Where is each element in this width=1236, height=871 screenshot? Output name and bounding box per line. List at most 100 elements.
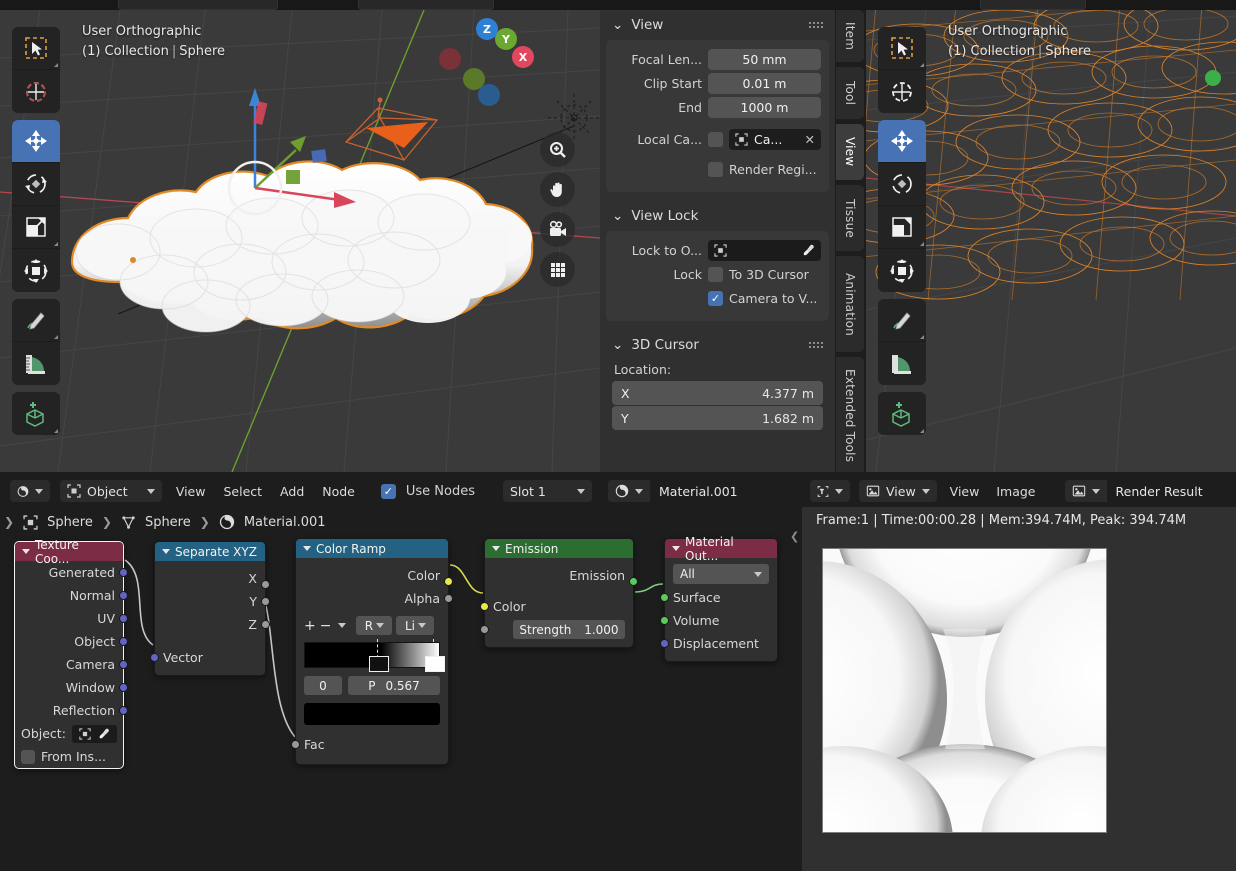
image-editor-header[interactable]: View View Image Render Result xyxy=(802,475,1236,507)
strength-field[interactable]: Strength 1.000 xyxy=(513,620,625,639)
clip-end-field[interactable]: 1000 m xyxy=(708,96,821,118)
clip-start-row[interactable]: Clip Start 0.01 m xyxy=(614,72,821,94)
gizmo-axis-z[interactable]: Z xyxy=(476,18,498,40)
chevron-down-icon[interactable] xyxy=(303,546,311,551)
move-tool[interactable] xyxy=(878,120,926,163)
ramp-stop-controls[interactable]: 0 P 0.567 xyxy=(296,668,448,695)
material-name-field[interactable]: Material.001 xyxy=(650,480,790,502)
menu-add[interactable]: Add xyxy=(276,484,308,499)
menu-select[interactable]: Select xyxy=(219,484,266,499)
measure-tool[interactable] xyxy=(12,342,60,385)
ramp-position-field[interactable]: P 0.567 xyxy=(348,676,440,695)
socket-row-object[interactable]: Object xyxy=(15,630,128,653)
chevron-down-icon[interactable] xyxy=(162,549,170,554)
image-editor[interactable]: View View Image Render Result Frame:1 | … xyxy=(802,475,1236,871)
eyedropper-icon[interactable] xyxy=(802,244,815,257)
node-header-separate-xyz[interactable]: Separate XYZ xyxy=(155,542,265,561)
node-header-color-ramp[interactable]: Color Ramp xyxy=(296,539,448,558)
view-lock-panel-header[interactable]: ⌄ View Lock xyxy=(600,201,835,231)
cursor-location-y[interactable]: Y 1.682 m xyxy=(612,406,823,430)
lock-to-object-row[interactable]: Lock to O... xyxy=(614,239,821,261)
color-ramp-widget[interactable] xyxy=(304,639,446,672)
remove-stop-icon[interactable]: − xyxy=(320,619,332,633)
socket-row-displacement[interactable]: Displacement xyxy=(660,632,777,655)
socket-ramp-color[interactable] xyxy=(444,577,453,586)
select-box-tool[interactable] xyxy=(878,27,926,70)
focal-length-field[interactable]: 50 mm xyxy=(708,48,821,70)
socket-row-reflection[interactable]: Reflection xyxy=(15,699,128,722)
render-region-row[interactable]: Render Regi... xyxy=(614,158,821,180)
camera-to-view-checkbox[interactable] xyxy=(708,290,723,306)
focal-length-row[interactable]: Focal Len... 50 mm xyxy=(614,48,821,70)
node-header-texture-coordinate[interactable]: Texture Coo... xyxy=(15,538,123,566)
image-browse-button[interactable] xyxy=(1064,480,1107,502)
socket-row-strength[interactable]: Strength 1.000 xyxy=(480,618,633,641)
use-nodes-checkbox[interactable] xyxy=(380,483,396,499)
colormode-dropdown[interactable]: Li xyxy=(396,616,435,635)
socket-volume[interactable] xyxy=(660,616,669,625)
socket-row-ramp-color[interactable]: Color xyxy=(296,564,453,587)
viewport-right-toolbar[interactable] xyxy=(878,27,926,435)
sidebar-n-panel[interactable]: ⌄ View Focal Len... 50 mm Clip Start 0.0… xyxy=(600,10,835,472)
ramp-options-icon[interactable] xyxy=(338,623,347,628)
socket-reflection[interactable] xyxy=(119,706,128,715)
cursor-tool[interactable] xyxy=(12,70,60,113)
breadcrumb-object[interactable]: Sphere xyxy=(47,515,93,530)
transform-tool[interactable] xyxy=(12,249,60,292)
interp-dropdown[interactable]: R xyxy=(356,616,393,635)
ramp-stop-color-swatch[interactable] xyxy=(304,703,440,725)
measure-tool[interactable] xyxy=(878,342,926,385)
gizmo-axis-x[interactable]: X xyxy=(512,46,534,68)
local-camera-row[interactable]: Local Ca... Ca... ✕ xyxy=(614,128,821,150)
socket-row-ramp-alpha[interactable]: Alpha xyxy=(296,587,453,610)
socket-surface[interactable] xyxy=(660,593,669,602)
cursor-panel-header[interactable]: ⌄ 3D Cursor xyxy=(600,330,835,360)
object-picker-row[interactable]: Object: xyxy=(15,722,123,745)
image-mode-dropdown[interactable]: View xyxy=(859,480,937,502)
clip-end-row[interactable]: End 1000 m xyxy=(614,96,821,118)
cursor-tool[interactable] xyxy=(878,70,926,113)
area-resize-handle[interactable]: ❮❯ xyxy=(790,530,800,543)
viewport-3d-right[interactable]: User Orthographic (1) Collection | Sphere xyxy=(866,10,1236,472)
socket-row-fac[interactable]: Fac xyxy=(291,733,448,756)
gizmo-axis-neg-x[interactable] xyxy=(439,48,461,70)
socket-strength[interactable] xyxy=(480,625,489,634)
socket-row-generated[interactable]: Generated xyxy=(15,561,128,584)
socket-vector[interactable] xyxy=(150,653,159,662)
node-texture-coordinate[interactable]: Texture Coo... Generated Normal UV Objec… xyxy=(14,538,128,769)
from-instancer-checkbox[interactable] xyxy=(21,749,35,764)
sidebar-tab-item[interactable]: Item xyxy=(836,10,864,62)
to-3d-cursor-checkbox[interactable] xyxy=(708,266,723,282)
shader-node-editor[interactable]: Object View Select Add Node Use Nodes Sl… xyxy=(0,475,800,871)
sidebar-tab-tool[interactable]: Tool xyxy=(836,67,864,119)
local-camera-field[interactable]: Ca... ✕ xyxy=(729,128,821,150)
node-header-material-output[interactable]: Material Out... xyxy=(665,535,777,563)
ramp-stop-white[interactable] xyxy=(425,656,446,672)
socket-row-z[interactable]: Z xyxy=(155,613,270,636)
local-camera-checkbox[interactable] xyxy=(708,131,723,147)
viewport-3d-left[interactable]: User Orthographic (1) Collection | Sphere xyxy=(0,10,600,472)
editor-type-button-image[interactable] xyxy=(810,480,850,502)
scale-tool[interactable] xyxy=(12,206,60,249)
from-instancer-row[interactable]: From Ins... xyxy=(15,745,123,768)
node-material-output[interactable]: Material Out... All Surface Volume Displ… xyxy=(660,535,778,662)
add-cube-tool[interactable] xyxy=(12,392,60,435)
node-color-ramp[interactable]: Color Ramp Color Alpha + − R Li 0 P 0.56… xyxy=(291,538,453,765)
socket-row-vector[interactable]: Vector xyxy=(150,646,265,669)
lock-to-object-field[interactable] xyxy=(708,239,821,261)
drag-handle-icon[interactable] xyxy=(809,22,823,28)
socket-emission-out[interactable] xyxy=(629,577,638,586)
socket-generated[interactable] xyxy=(119,568,128,577)
scale-tool[interactable] xyxy=(878,206,926,249)
image-name-field[interactable]: Render Result xyxy=(1106,480,1236,502)
render-region-checkbox[interactable] xyxy=(708,161,723,177)
socket-row-normal[interactable]: Normal xyxy=(15,584,128,607)
zoom-icon[interactable] xyxy=(540,132,575,167)
transform-tool[interactable] xyxy=(878,249,926,292)
lock-to-3d-cursor-row[interactable]: Lock To 3D Cursor xyxy=(614,263,821,285)
gizmo-axis-neg-z[interactable] xyxy=(478,84,500,106)
menu-view[interactable]: View xyxy=(172,484,210,499)
socket-row-volume[interactable]: Volume xyxy=(660,609,777,632)
rotate-tool[interactable] xyxy=(12,163,60,206)
sidebar-tabs[interactable]: Item Tool View Tissue Animation Extended… xyxy=(836,10,866,475)
